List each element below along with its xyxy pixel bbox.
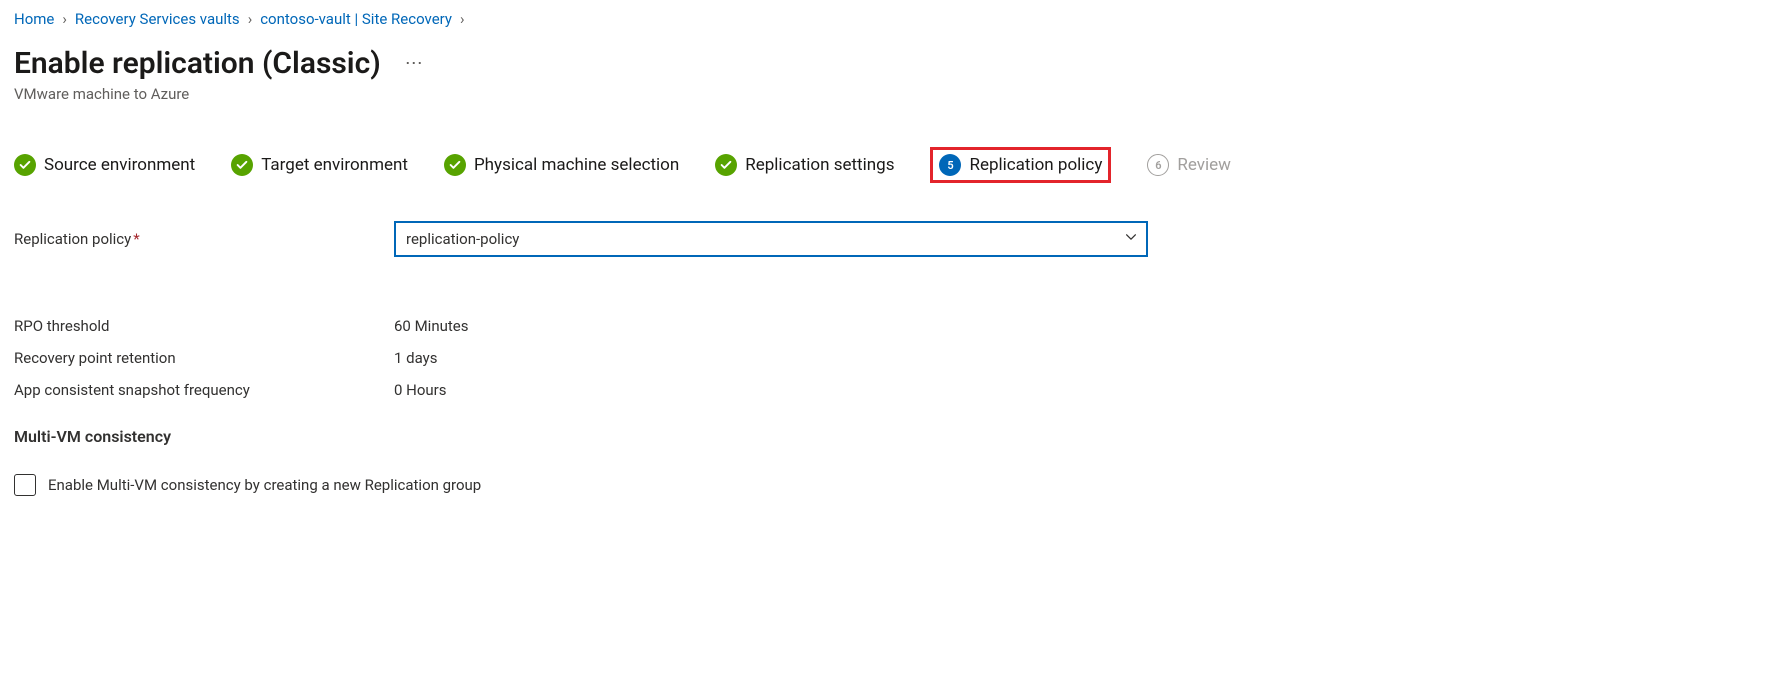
step-source-environment[interactable]: Source environment — [14, 154, 195, 176]
multivm-checkbox-label: Enable Multi-VM consistency by creating … — [48, 476, 481, 494]
step-label: Replication settings — [745, 155, 894, 175]
step-number-icon: 6 — [1147, 154, 1169, 176]
step-number-icon: 5 — [939, 154, 961, 176]
rpo-threshold-label: RPO threshold — [14, 317, 394, 335]
chevron-right-icon: › — [460, 10, 465, 28]
required-asterisk-icon: * — [133, 230, 139, 248]
step-label: Review — [1177, 155, 1231, 175]
step-replication-settings[interactable]: Replication settings — [715, 154, 894, 176]
step-review: 6 Review — [1147, 154, 1231, 176]
check-icon — [14, 154, 36, 176]
page-title: Enable replication (Classic) — [14, 46, 381, 81]
breadcrumb: Home › Recovery Services vaults › contos… — [14, 10, 1774, 28]
wizard-steps: Source environment Target environment Ph… — [14, 147, 1774, 183]
step-label: Target environment — [261, 155, 408, 175]
check-icon — [231, 154, 253, 176]
page-subtitle: VMware machine to Azure — [14, 85, 1774, 103]
step-label: Source environment — [44, 155, 195, 175]
snapshot-freq-label: App consistent snapshot frequency — [14, 381, 394, 399]
replication-policy-select[interactable]: replication-policy — [394, 221, 1148, 257]
rpo-threshold-value: 60 Minutes — [394, 317, 468, 335]
breadcrumb-vaults[interactable]: Recovery Services vaults — [75, 10, 240, 28]
breadcrumb-home[interactable]: Home — [14, 10, 54, 28]
chevron-right-icon: › — [248, 10, 253, 28]
breadcrumb-vault-detail[interactable]: contoso-vault | Site Recovery — [260, 10, 452, 28]
retention-value: 1 days — [394, 349, 438, 367]
multivm-checkbox[interactable] — [14, 474, 36, 496]
step-physical-machine-selection[interactable]: Physical machine selection — [444, 154, 679, 176]
snapshot-freq-value: 0 Hours — [394, 381, 447, 399]
retention-label: Recovery point retention — [14, 349, 394, 367]
check-icon — [444, 154, 466, 176]
select-value: replication-policy — [406, 230, 519, 248]
chevron-right-icon: › — [62, 10, 67, 28]
more-actions-icon[interactable]: ⋯ — [405, 53, 424, 74]
check-icon — [715, 154, 737, 176]
step-replication-policy[interactable]: 5 Replication policy — [930, 147, 1111, 183]
step-label: Replication policy — [969, 155, 1102, 175]
replication-policy-label: Replication policy* — [14, 230, 394, 248]
multivm-heading: Multi-VM consistency — [14, 427, 1774, 446]
step-label: Physical machine selection — [474, 155, 679, 175]
step-target-environment[interactable]: Target environment — [231, 154, 408, 176]
